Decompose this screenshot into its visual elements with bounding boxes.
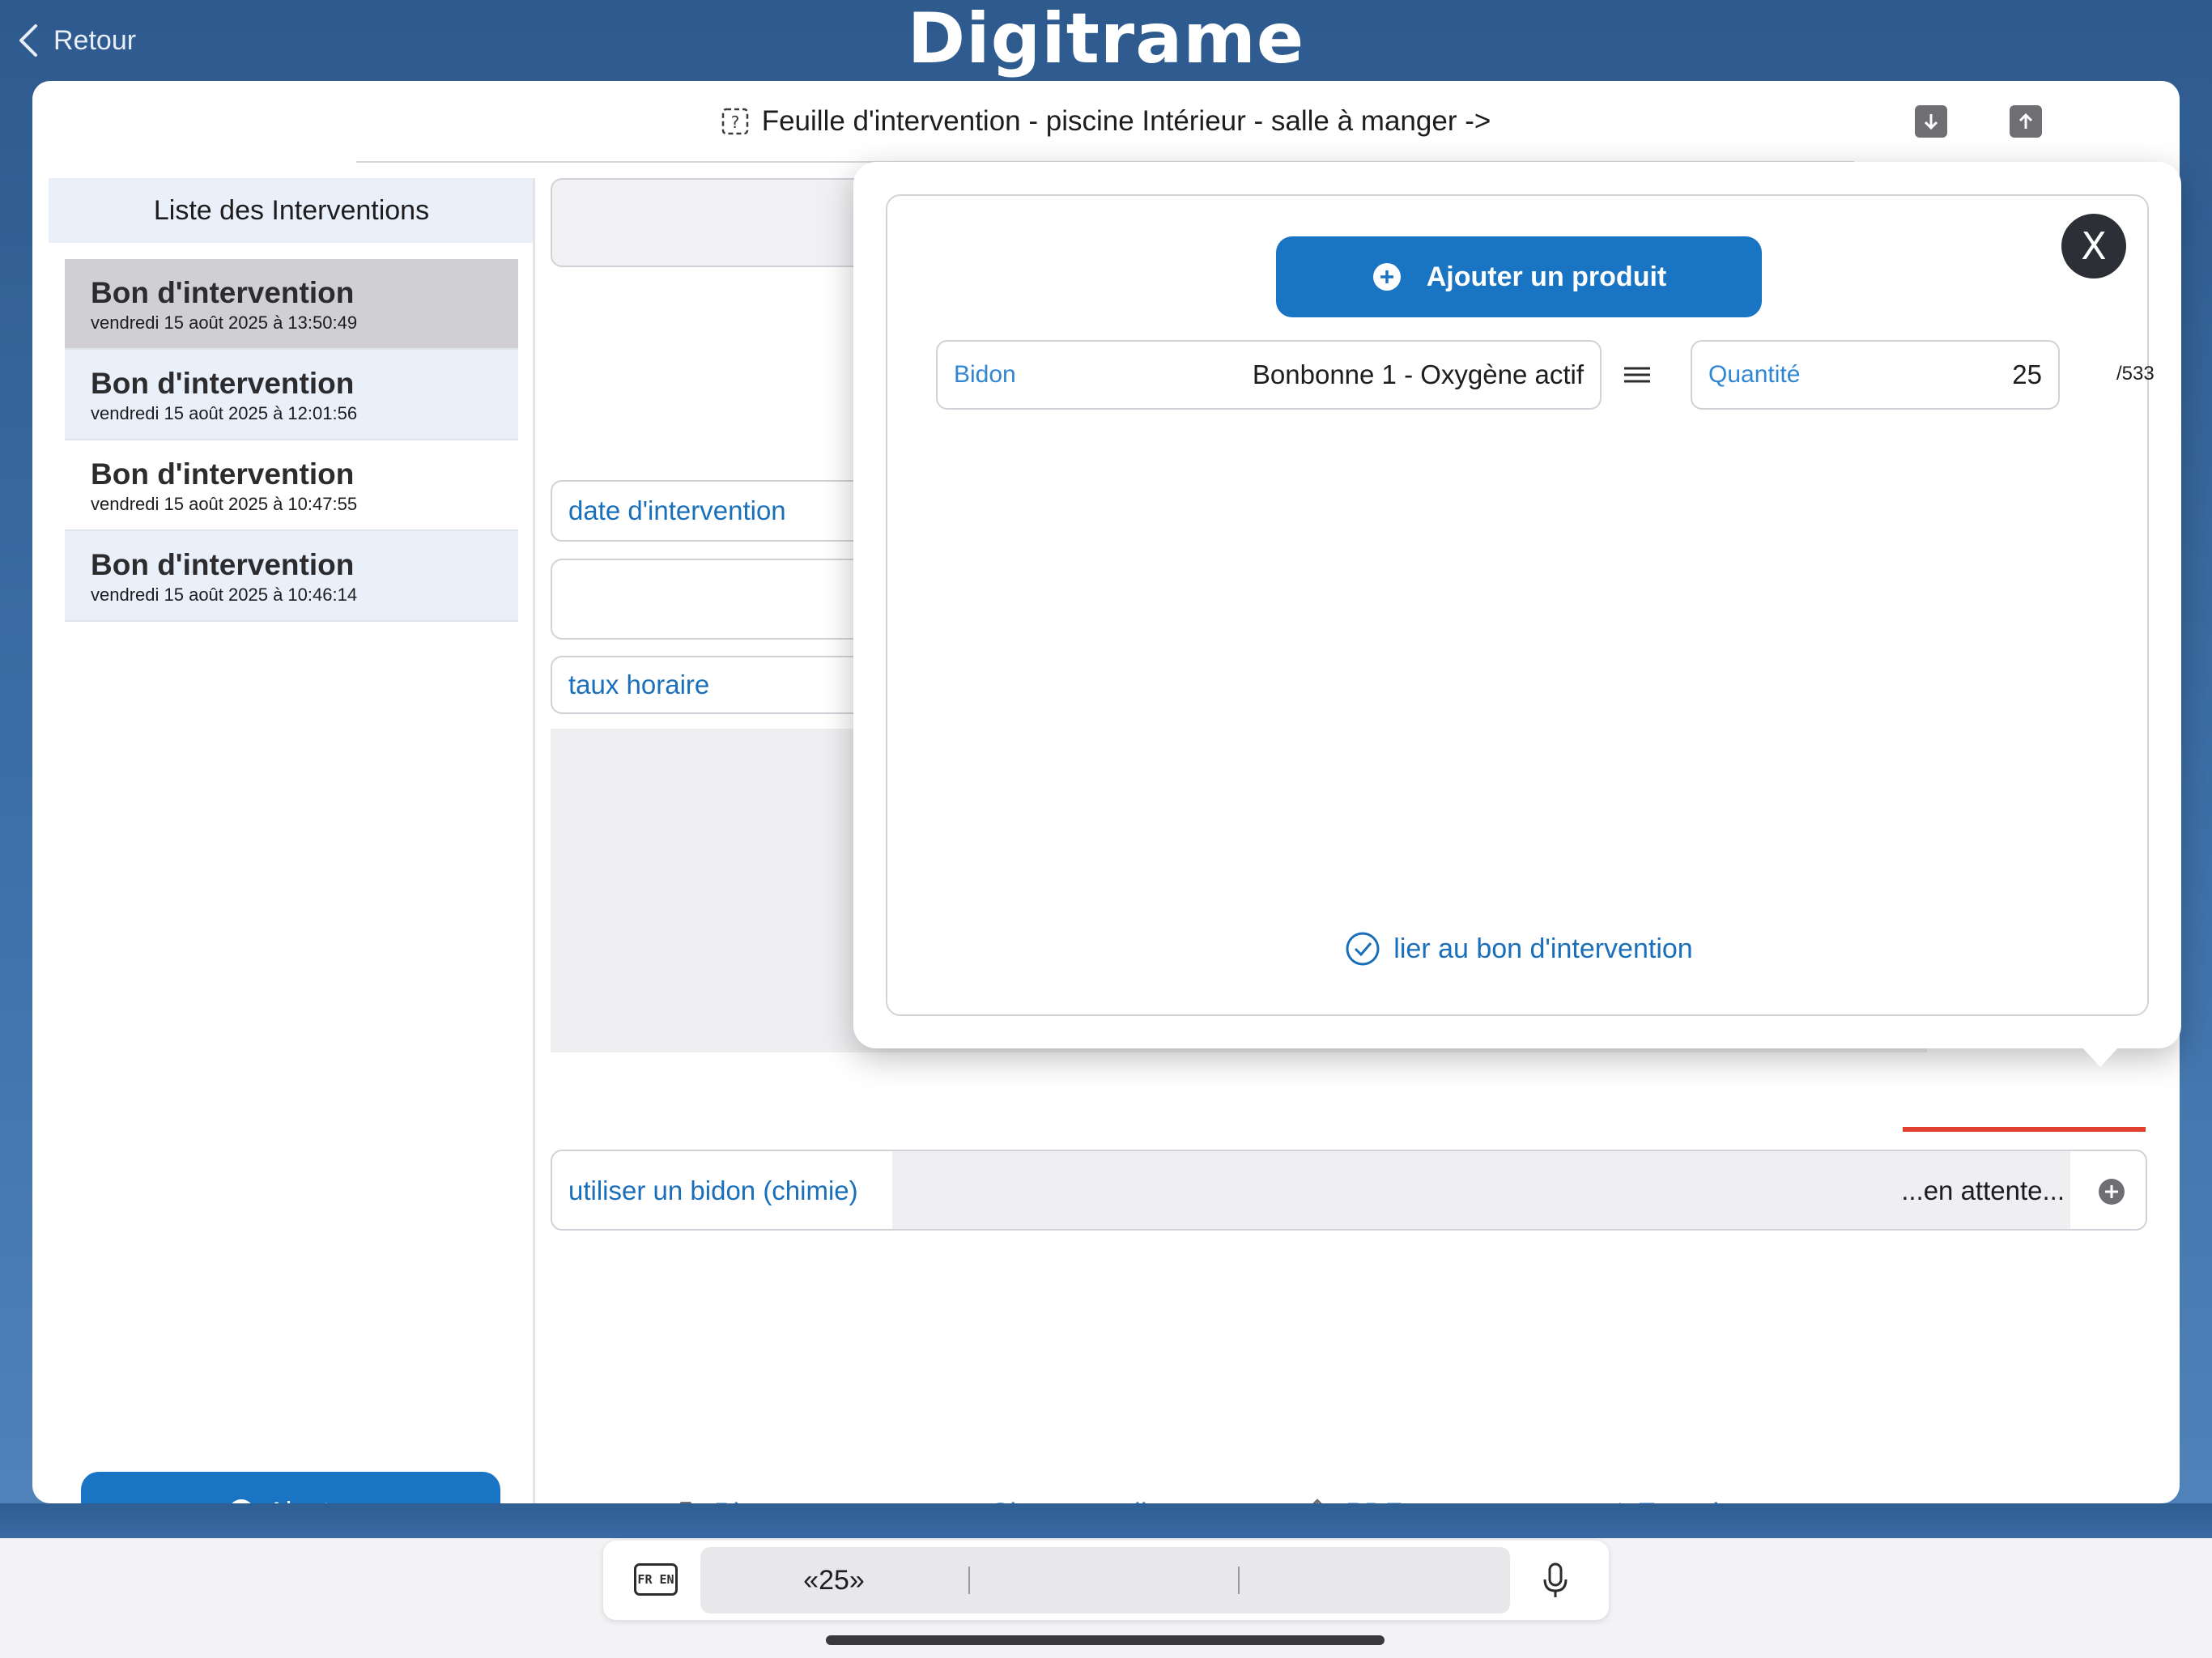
intervention-date: vendredi 15 août 2025 à 13:50:49 <box>91 312 358 333</box>
quantity-field[interactable]: Quantité 25 <box>1691 340 2060 410</box>
keyboard-suggestion-panel: FR EN «25» <box>603 1541 1609 1620</box>
title-bar: ? Feuille d'intervention - piscine Intér… <box>32 81 2180 163</box>
intervention-date: vendredi 15 août 2025 à 10:47:55 <box>91 494 358 514</box>
top-bar: Retour Digitrame <box>0 0 2212 81</box>
download-button[interactable] <box>1915 105 1947 138</box>
hourly-rate-label: taux horaire <box>568 670 710 699</box>
svg-text:?: ? <box>730 113 739 132</box>
intervention-title: Bon d'intervention <box>91 457 355 491</box>
suggestion-item[interactable] <box>970 1547 1237 1613</box>
home-indicator <box>826 1635 1385 1645</box>
bidon-select[interactable]: Bidon Bonbonne 1 - Oxygène actif <box>936 340 1602 410</box>
intervention-title: Bon d'intervention <box>91 548 355 581</box>
intervention-date: vendredi 15 août 2025 à 10:46:14 <box>91 585 358 605</box>
intervention-item[interactable]: Bon d'intervention vendredi 15 août 2025… <box>65 259 518 350</box>
sidebar-divider <box>533 178 535 1503</box>
intervention-item[interactable]: Bon d'intervention vendredi 15 août 2025… <box>65 531 518 622</box>
alert-strip <box>1903 1127 2146 1132</box>
bidon-value: Bonbonne 1 - Oxygène actif <box>1252 359 1584 389</box>
suggestion-item[interactable] <box>1240 1547 1510 1613</box>
intervention-title: Bon d'intervention <box>91 367 355 400</box>
arrow-down-icon <box>1924 114 1938 130</box>
suggestion-item[interactable]: «25» <box>700 1547 968 1613</box>
check-circle-icon <box>1346 932 1380 966</box>
keyboard-band <box>0 1503 2212 1540</box>
bidon-label: Bidon <box>954 361 1016 388</box>
quantity-value: 25 <box>2012 359 2042 389</box>
arrow-up-icon <box>2018 113 2033 129</box>
modal-pointer <box>2081 1046 2120 1067</box>
plus-circle-icon[interactable] <box>2097 1177 2126 1206</box>
add-product-label: Ajouter un produit <box>1426 261 1667 292</box>
question-frame-icon: ? <box>721 108 748 135</box>
suggestion-box: «25» <box>700 1547 1510 1613</box>
chemical-can-status: ...en attente... <box>1901 1175 2065 1205</box>
chemical-can-value-area <box>892 1151 2070 1229</box>
link-to-intervention-label: lier au bon d'intervention <box>1393 933 1693 964</box>
intervention-date: vendredi 15 août 2025 à 12:01:56 <box>91 403 358 423</box>
reorder-icon[interactable] <box>1623 363 1652 387</box>
link-to-intervention-button[interactable]: lier au bon d'intervention <box>887 931 2150 967</box>
page-title: ? Feuille d'intervention - piscine Intér… <box>32 105 2180 138</box>
upload-button[interactable] <box>2010 105 2042 138</box>
chemical-can-field[interactable]: utiliser un bidon (chimie) ...en attente… <box>551 1150 2147 1231</box>
quantity-label: Quantité <box>1708 361 1801 388</box>
page-title-text: Feuille d'intervention - piscine Intérie… <box>761 105 1491 137</box>
add-product-button[interactable]: Ajouter un produit <box>1276 236 1762 317</box>
add-product-modal: Ajouter un produit X Bidon Bonbonne 1 - … <box>853 162 2181 1048</box>
chemical-can-label: utiliser un bidon (chimie) <box>568 1175 858 1205</box>
sidebar-header: Liste des Interventions <box>49 178 534 243</box>
app-logo: Digitrame <box>907 0 1305 79</box>
quantity-max: /533 <box>2116 363 2155 385</box>
language-switch-icon[interactable]: FR EN <box>634 1563 678 1596</box>
plus-circle-icon <box>1372 263 1401 291</box>
intervention-title: Bon d'intervention <box>91 276 355 309</box>
interventions-sidebar: Liste des Interventions Bon d'interventi… <box>49 178 534 1553</box>
microphone-icon[interactable] <box>1541 1562 1570 1599</box>
intervention-item[interactable]: Bon d'intervention vendredi 15 août 2025… <box>65 350 518 440</box>
date-field-label: date d'intervention <box>568 495 786 525</box>
close-modal-button[interactable]: X <box>2061 214 2126 278</box>
intervention-item[interactable]: Bon d'intervention vendredi 15 août 2025… <box>65 440 518 531</box>
intervention-list: Bon d'intervention vendredi 15 août 2025… <box>65 259 518 622</box>
modal-content: Ajouter un produit X Bidon Bonbonne 1 - … <box>886 194 2155 1016</box>
